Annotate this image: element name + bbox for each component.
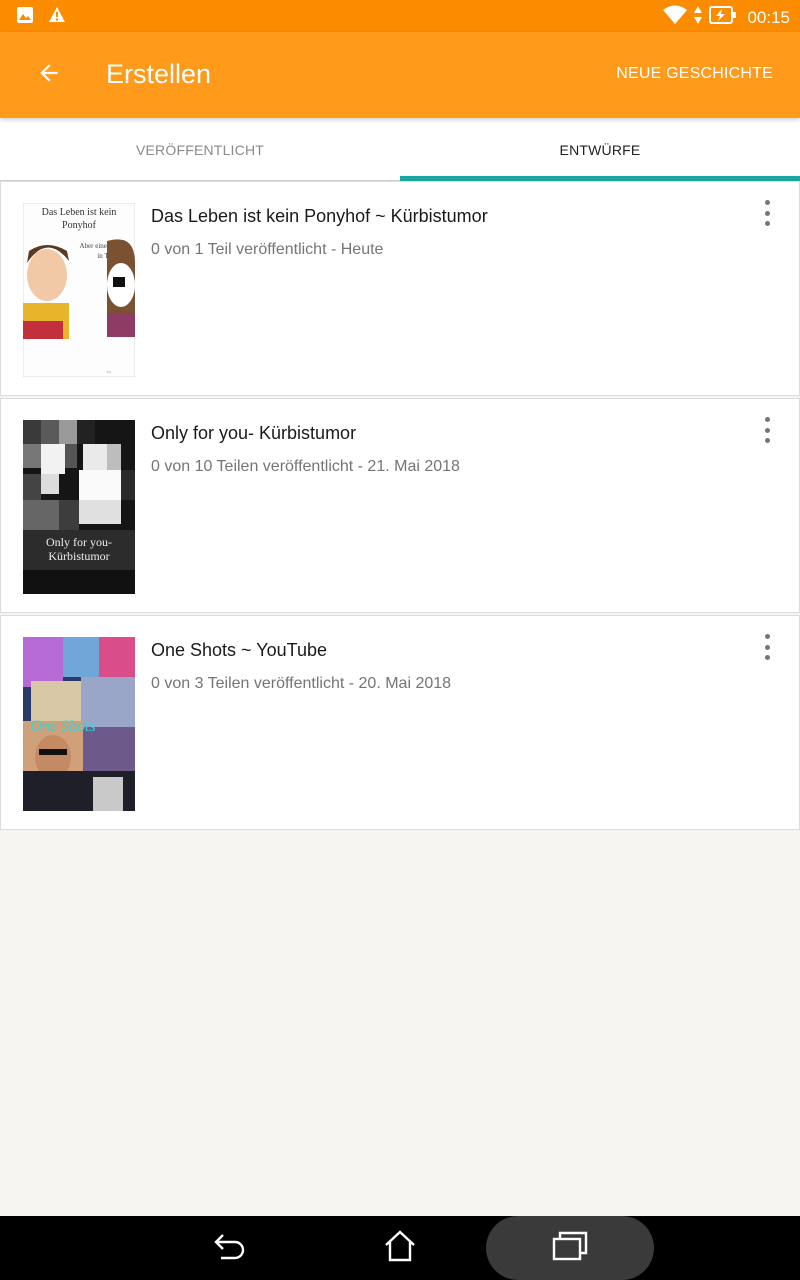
story-cover[interactable]: Only for you- Kürbistumor xyxy=(23,420,135,594)
story-list: Das Leben ist kein Ponyhof Aber eine Ran… xyxy=(0,181,800,832)
svg-text:by: by xyxy=(107,369,111,374)
more-vert-icon xyxy=(764,417,770,422)
story-card[interactable]: Das Leben ist kein Ponyhof Aber eine Ran… xyxy=(0,181,800,396)
cover-text: One Shots xyxy=(30,718,95,735)
status-bar: 00:15 xyxy=(0,0,800,32)
cover-text: Ponyhof xyxy=(62,220,97,231)
data-arrows-icon xyxy=(693,5,703,30)
more-vert-dot xyxy=(764,221,770,226)
recents-icon xyxy=(552,1231,588,1266)
system-nav-bar xyxy=(0,1216,800,1280)
home-icon xyxy=(383,1229,417,1268)
status-time: 00:15 xyxy=(747,7,790,27)
cover-text: Das Leben ist kein xyxy=(42,207,117,218)
more-vert-dot xyxy=(764,438,770,443)
story-cover[interactable]: One Shots xyxy=(23,637,135,811)
page-title: Erstellen xyxy=(106,59,212,89)
image-icon xyxy=(16,6,34,29)
cover-text: Only for you- xyxy=(46,535,112,549)
more-vert-icon xyxy=(764,634,770,639)
arrow-left-icon xyxy=(36,60,62,91)
story-meta: 0 von 3 Teilen veröffentlicht - 20. Mai … xyxy=(151,675,452,692)
more-options-button[interactable] xyxy=(757,634,777,660)
nav-back-button[interactable] xyxy=(190,1216,270,1280)
back-button[interactable] xyxy=(28,54,70,96)
story-card[interactable]: One Shots One Shots ~ YouTube 0 von 3 Te… xyxy=(0,615,800,830)
more-options-button[interactable] xyxy=(757,200,777,226)
more-vert-dot xyxy=(764,427,770,433)
story-meta: 0 von 1 Teil veröffentlicht - Heute xyxy=(151,241,384,258)
story-title[interactable]: Das Leben ist kein Ponyhof ~ Kürbistumor xyxy=(151,206,488,227)
more-vert-dot xyxy=(764,655,770,660)
more-vert-dot xyxy=(764,210,770,216)
warning-icon xyxy=(48,6,66,29)
tab-published[interactable]: VERÖFFENTLICHT xyxy=(0,118,400,181)
app-bar: Erstellen NEUE GESCHICHTE xyxy=(0,32,800,118)
cover-text: Kürbistumor xyxy=(48,549,109,563)
story-meta: 0 von 10 Teilen veröffentlicht - 21. Mai… xyxy=(151,458,460,475)
back-icon xyxy=(213,1231,247,1266)
tab-bar: VERÖFFENTLICHT ENTWÜRFE xyxy=(0,118,800,181)
more-options-button[interactable] xyxy=(757,417,777,443)
nav-recents-button[interactable] xyxy=(486,1216,654,1280)
story-title[interactable]: One Shots ~ YouTube xyxy=(151,640,327,661)
story-cover[interactable]: Das Leben ist kein Ponyhof Aber eine Ran… xyxy=(23,203,135,377)
new-story-button[interactable]: NEUE GESCHICHTE xyxy=(616,65,773,83)
tab-drafts[interactable]: ENTWÜRFE xyxy=(400,118,800,181)
more-vert-dot xyxy=(764,644,770,650)
story-card[interactable]: Only for you- Kürbistumor Only for you- … xyxy=(0,398,800,613)
more-vert-icon xyxy=(764,200,770,205)
story-title[interactable]: Only for you- Kürbistumor xyxy=(151,423,356,444)
battery-charging-icon xyxy=(709,6,737,29)
wifi-icon xyxy=(663,5,688,30)
nav-home-button[interactable] xyxy=(360,1216,440,1280)
